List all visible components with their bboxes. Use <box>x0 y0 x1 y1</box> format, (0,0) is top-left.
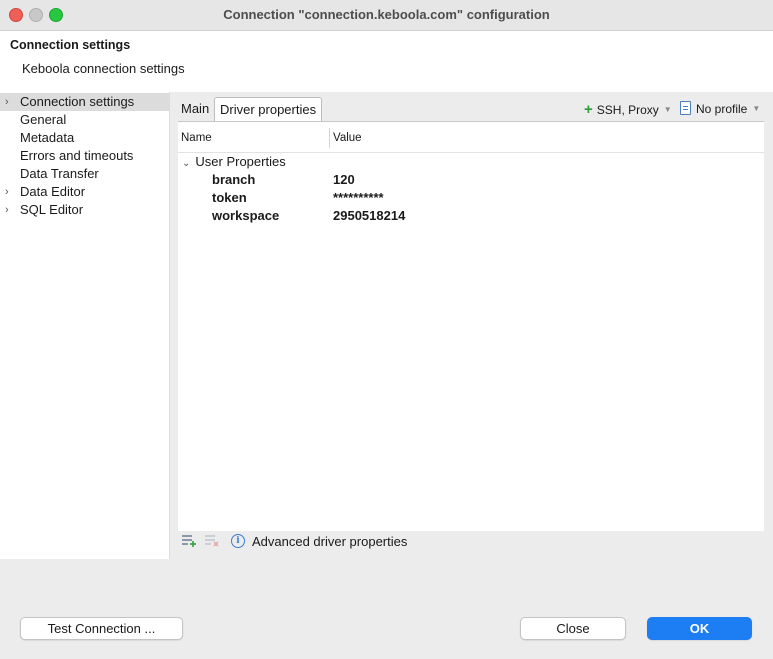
test-connection-button[interactable]: Test Connection ... <box>20 617 183 640</box>
tree-item-metadata[interactable]: Metadata <box>0 129 169 147</box>
chevron-down-icon[interactable]: ⌄ <box>182 158 190 169</box>
group-label: User Properties <box>195 154 286 169</box>
property-name: branch <box>212 172 256 187</box>
info-icon: i <box>231 534 245 548</box>
tree-item-label: Data Editor <box>20 184 86 199</box>
header-title: Connection settings <box>10 38 131 52</box>
remove-property-icon[interactable] <box>204 534 220 548</box>
tree-item-label: Connection settings <box>20 94 135 109</box>
tree-item-label: Metadata <box>20 130 75 145</box>
column-divider[interactable] <box>329 128 330 148</box>
tree-item-label: Data Transfer <box>20 166 99 181</box>
tree-item-data-editor[interactable]: › Data Editor <box>0 183 169 201</box>
properties-toolbar: i Advanced driver properties <box>178 530 764 556</box>
table-row[interactable]: workspace 2950518214 <box>178 207 764 225</box>
tree-item-label: Errors and timeouts <box>20 148 134 163</box>
configuration-window: Connection "connection.keboola.com" conf… <box>0 0 773 659</box>
settings-header: Connection settings Keboola connection s… <box>0 31 773 92</box>
dialog-footer: Test Connection ... Close OK <box>0 559 773 659</box>
column-header-value[interactable]: Value <box>333 132 362 144</box>
property-value[interactable]: 120 <box>333 171 355 189</box>
settings-panel: Main Driver properties + SSH, Proxy ▼ No p… <box>170 92 773 559</box>
property-value[interactable]: ********** <box>333 189 384 207</box>
chevron-right-icon[interactable]: › <box>5 201 9 219</box>
property-name: token <box>212 190 247 205</box>
user-properties-group[interactable]: ⌄ User Properties <box>182 153 286 171</box>
window-title: Connection "connection.keboola.com" conf… <box>223 7 550 22</box>
plus-icon: + <box>584 101 593 118</box>
tree-item-label: SQL Editor <box>20 202 84 217</box>
tree-item-label: General <box>20 112 67 127</box>
tree-item-connection-settings[interactable]: › Connection settings <box>0 93 169 111</box>
property-value[interactable]: 2950518214 <box>333 207 405 225</box>
settings-tree: › Connection settings General Metadata E… <box>0 92 170 559</box>
chevron-right-icon[interactable]: › <box>5 183 9 201</box>
tab-driver-properties[interactable]: Driver properties <box>214 97 323 121</box>
chevron-right-icon[interactable]: › <box>5 93 9 111</box>
property-name: workspace <box>212 208 280 223</box>
tab-main[interactable]: Main <box>177 97 213 120</box>
driver-properties-table: Name Value ⌄ User Properties branch 120 t… <box>178 121 764 531</box>
table-header: Name Value <box>178 122 764 153</box>
title-bar: Connection "connection.keboola.com" conf… <box>0 0 773 31</box>
tree-item-errors-and-timeouts[interactable]: Errors and timeouts <box>0 147 169 165</box>
advanced-driver-properties-link[interactable]: Advanced driver properties <box>252 534 407 549</box>
table-row[interactable]: branch 120 <box>178 171 764 189</box>
ok-button[interactable]: OK <box>647 617 752 640</box>
close-button[interactable]: Close <box>520 617 626 640</box>
document-icon <box>680 101 691 115</box>
dropdown-arrow-icon: ▼ <box>752 104 761 113</box>
profile-dropdown[interactable]: No profile ▼ <box>680 101 760 116</box>
table-row[interactable]: token ********** <box>178 189 764 207</box>
column-header-name[interactable]: Name <box>181 132 212 144</box>
add-property-icon[interactable] <box>181 534 197 548</box>
dropdown-arrow-icon: ▼ <box>663 105 672 114</box>
tree-item-general[interactable]: General <box>0 111 169 129</box>
tree-item-data-transfer[interactable]: Data Transfer <box>0 165 169 183</box>
ssh-proxy-label: SSH, Proxy <box>596 103 659 117</box>
tree-item-sql-editor[interactable]: › SQL Editor <box>0 201 169 219</box>
ssh-proxy-dropdown[interactable]: + SSH, Proxy ▼ <box>584 101 672 118</box>
profile-label: No profile <box>696 102 748 116</box>
header-description: Keboola connection settings <box>22 61 185 76</box>
